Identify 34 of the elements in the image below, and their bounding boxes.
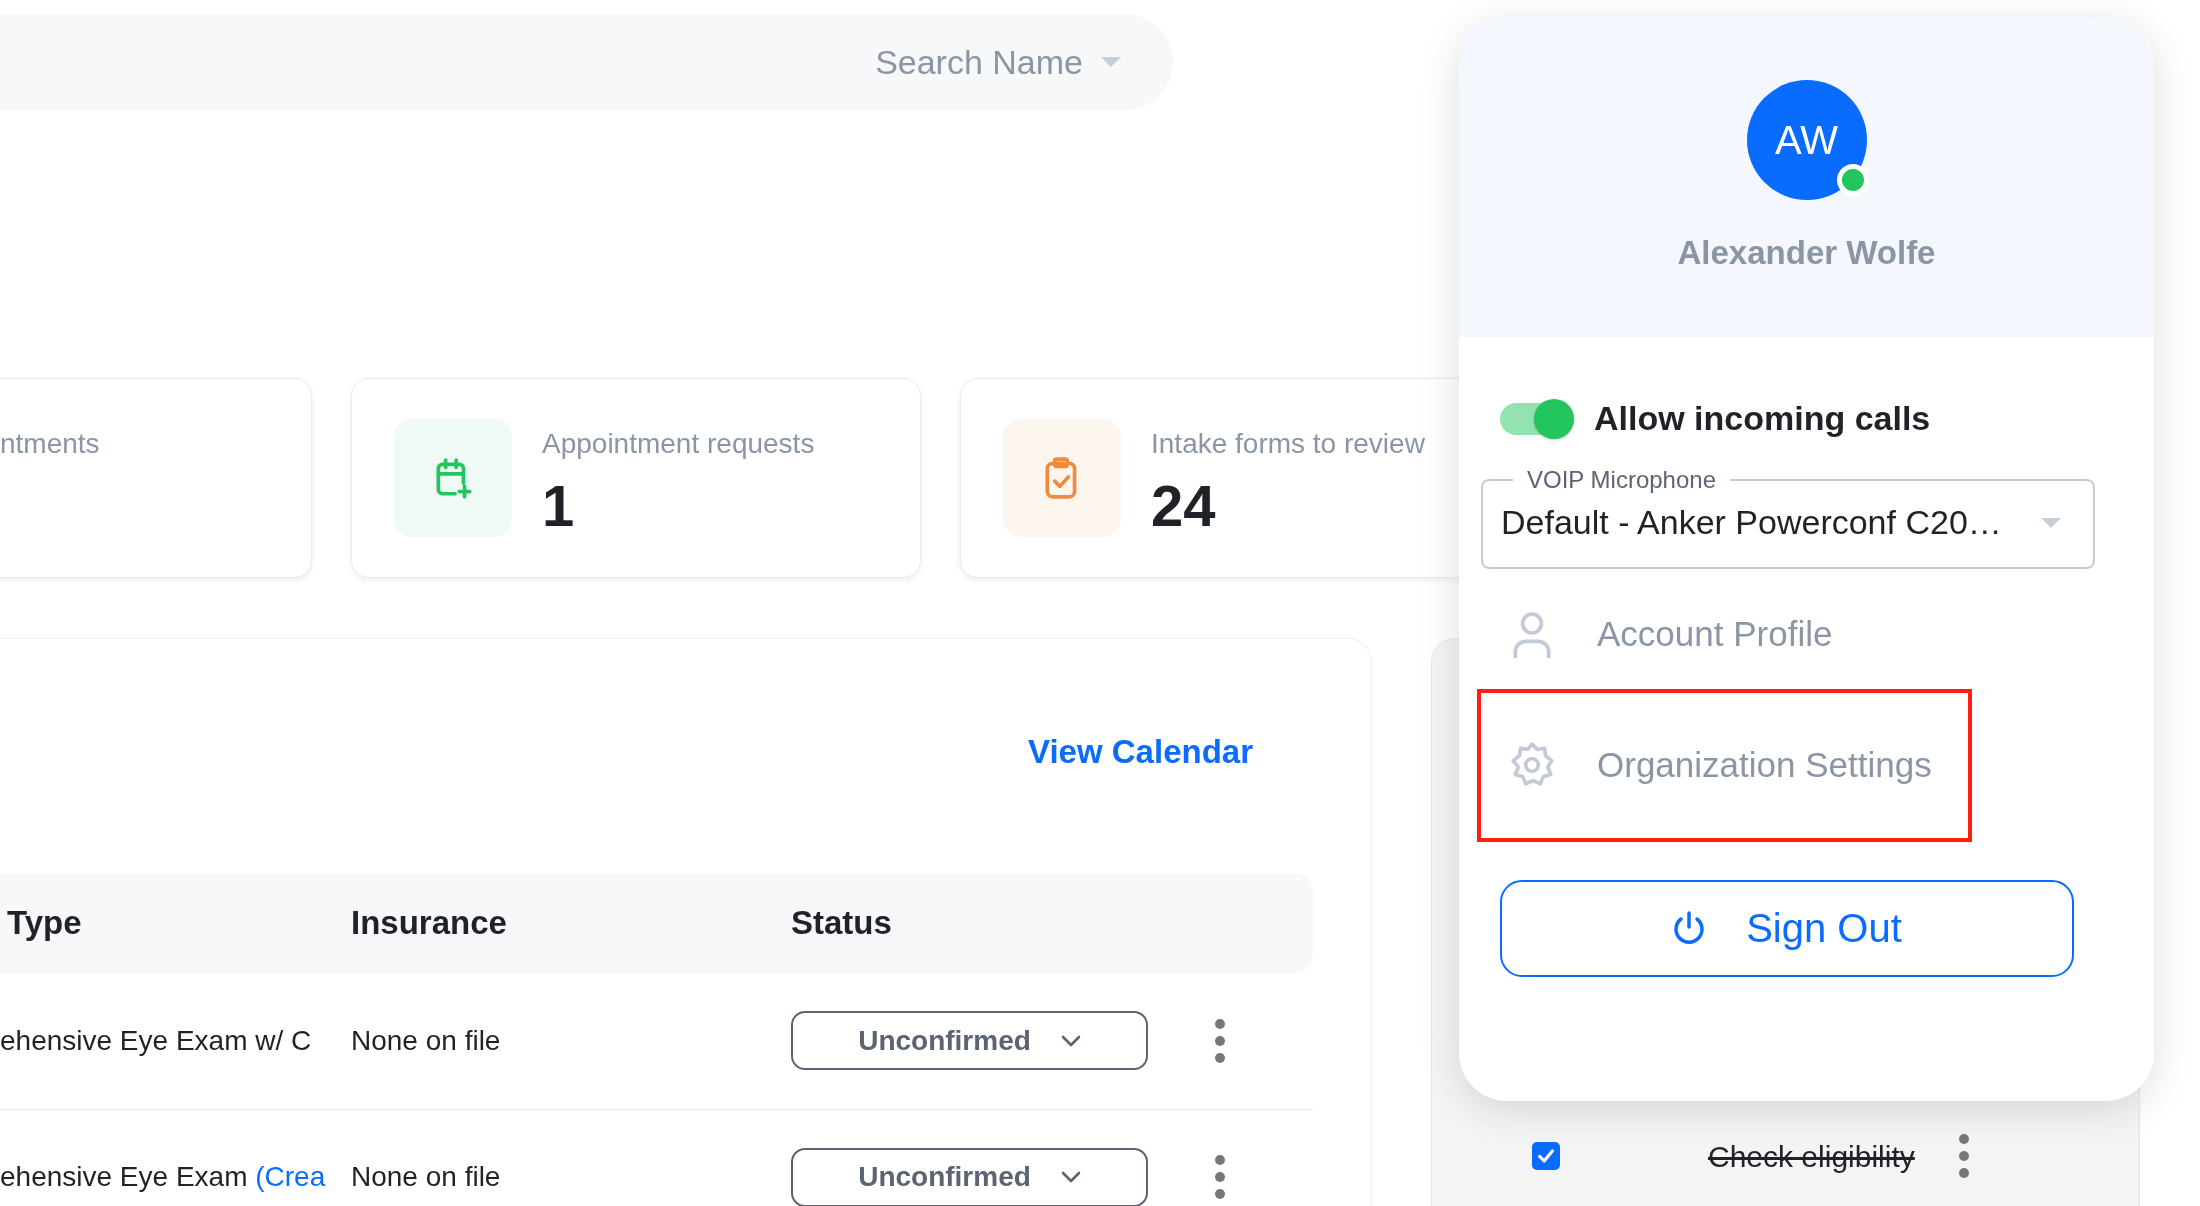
table-cell-text: None on file	[351, 1023, 502, 1058]
stat-label: Intake forms to review	[1151, 427, 1425, 461]
table-cell-text: ehensive Eye Exam (Crea	[0, 1160, 327, 1194]
more-options-icon[interactable]	[1214, 1154, 1226, 1200]
more-options-icon[interactable]	[1214, 1017, 1226, 1064]
status-dropdown[interactable]: Unconfirmed	[791, 1011, 1148, 1070]
selected-value: Default - Anker Powerconf C20…	[1501, 502, 2002, 544]
stat-value: 24	[1151, 471, 1217, 540]
table-cell-text: None on file	[351, 1160, 502, 1194]
task-label: Check eligibility	[1708, 1138, 1915, 1175]
caret-icon	[2039, 515, 2063, 530]
stat-label: Appointment requests	[542, 427, 815, 461]
caret-icon	[1099, 55, 1123, 69]
search-field[interactable]: Search Name	[0, 14, 1173, 110]
stat-label: ntments	[0, 427, 100, 461]
user-name: Alexander Wolfe	[1677, 233, 1936, 273]
check-icon	[1536, 1146, 1556, 1166]
column-header: Insurance	[351, 902, 508, 943]
avatar: AW	[1746, 80, 1867, 200]
menu-item[interactable]: Account Profile	[1477, 578, 1972, 689]
stat-value: 1	[542, 471, 576, 540]
more-options-icon[interactable]	[1957, 1133, 1970, 1179]
checkbox[interactable]	[1532, 1142, 1560, 1170]
table-cell-text: ehensive Eye Exam w/ C	[0, 1023, 313, 1058]
column-header: Status	[791, 902, 893, 943]
menu-item[interactable]: Organization Settings	[1477, 688, 1972, 842]
column-header: Type	[6, 902, 83, 943]
view-calendar-link[interactable]: View Calendar	[1028, 727, 1253, 777]
field-label: VOIP Microphone	[1526, 466, 1717, 495]
chevron-down-icon	[1060, 1171, 1081, 1183]
status-dropdown[interactable]: Unconfirmed	[791, 1147, 1148, 1206]
sign-out-button[interactable]: Sign Out	[1500, 879, 2074, 977]
chevron-down-icon	[1060, 1034, 1081, 1047]
toggle-label: Allow incoming calls	[1594, 398, 1931, 439]
